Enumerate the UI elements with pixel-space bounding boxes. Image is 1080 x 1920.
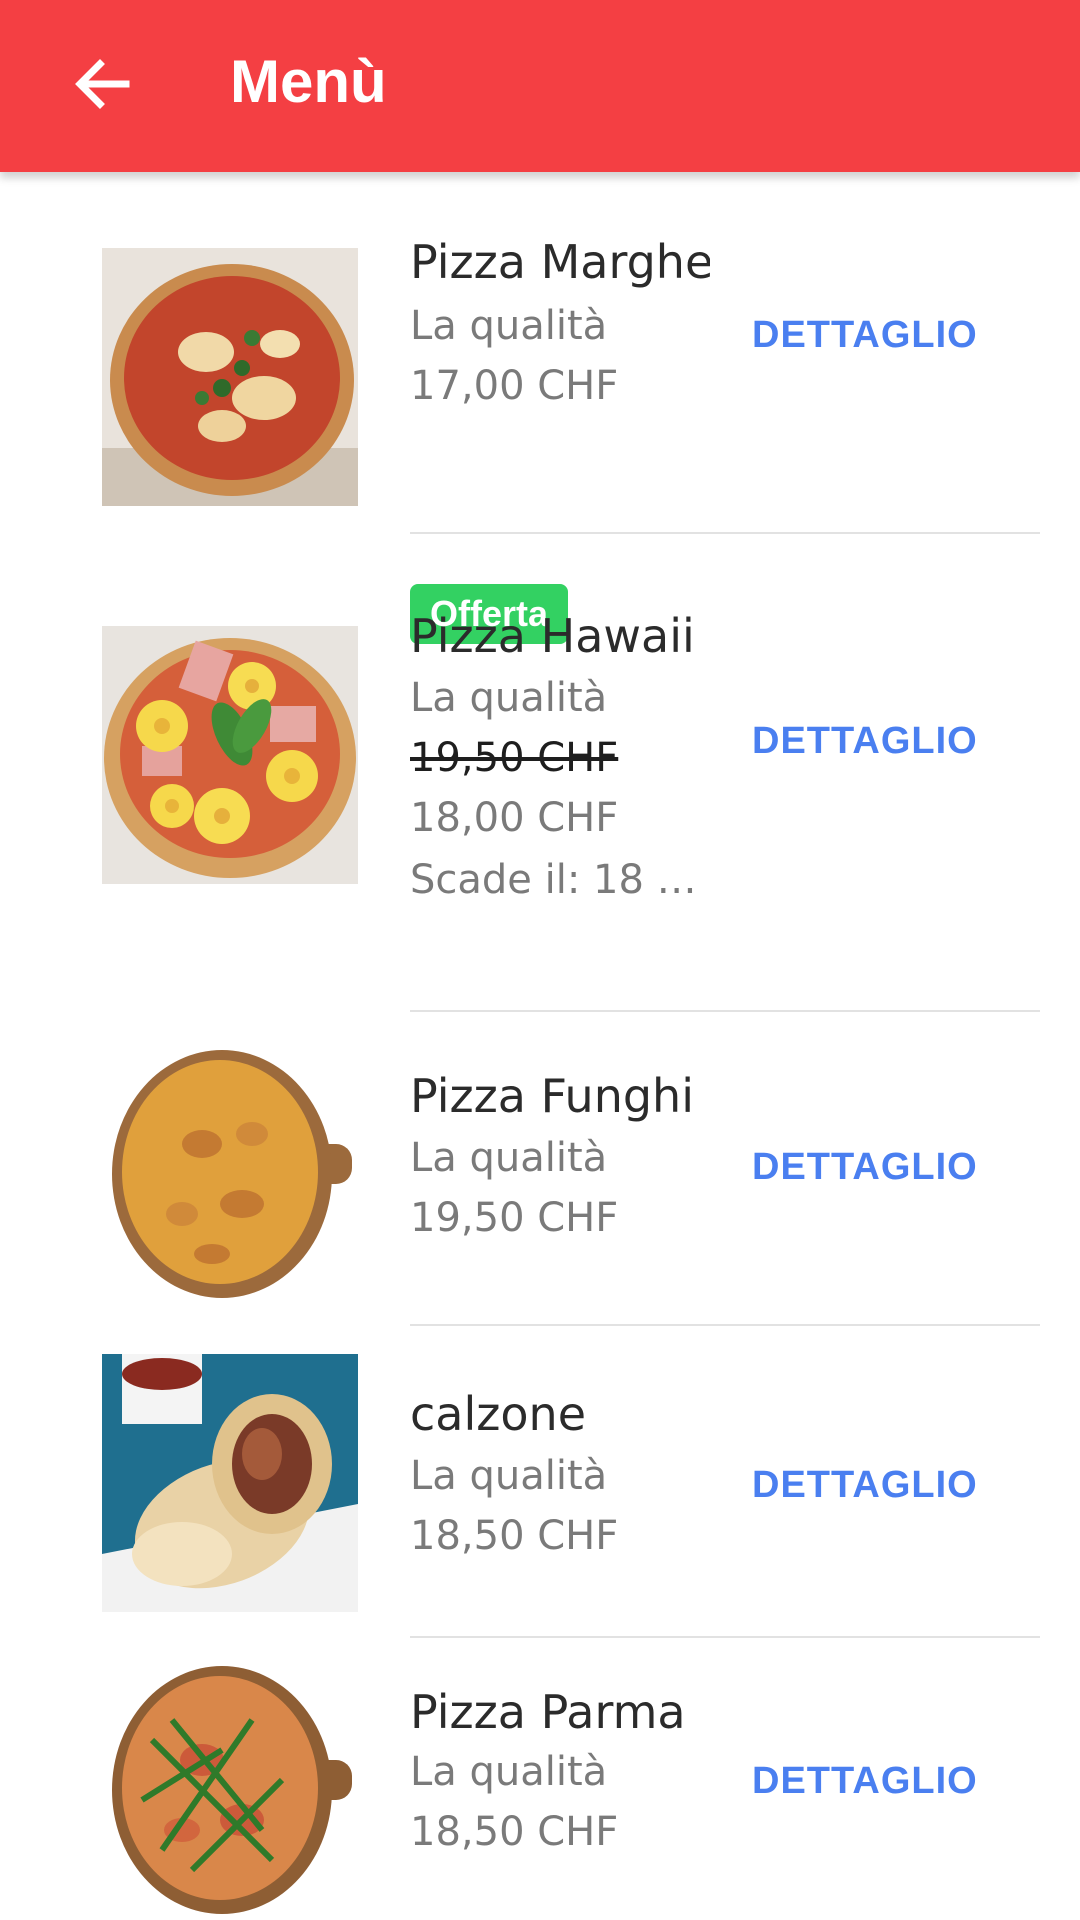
list-item[interactable]: Pizza Funghi La qualità 19,50 CHF DETTAG… [0, 1012, 1080, 1326]
item-price: 17,00 CHF [410, 363, 619, 409]
details-button[interactable]: DETTAGLIO [752, 314, 1012, 357]
item-price: 18,50 CHF [410, 1809, 619, 1855]
details-button[interactable]: DETTAGLIO [752, 720, 1012, 763]
app-bar: Menù [0, 0, 1080, 172]
pizza-parma-image [102, 1660, 358, 1918]
arrow-back-icon[interactable] [70, 56, 134, 112]
item-description: La qualità [410, 675, 608, 721]
item-price: 18,00 CHF [410, 795, 619, 841]
item-description: La qualità [410, 1749, 608, 1795]
menu-list[interactable]: Pizza Margherita La qualità 17,00 CHF DE… [0, 172, 1080, 1920]
item-description: La qualità [410, 303, 608, 349]
item-description: La qualità [410, 1135, 608, 1181]
item-name: Pizza Funghi [410, 1069, 694, 1123]
pizza-hawaii-image [102, 626, 358, 884]
list-item[interactable]: Offerta Pizza Hawaii La qualità 19,50 CH… [0, 534, 1080, 1012]
list-item[interactable]: calzone La qualità 18,50 CHF DETTAGLIO [0, 1326, 1080, 1638]
details-button[interactable]: DETTAGLIO [752, 1146, 1012, 1189]
details-button[interactable]: DETTAGLIO [752, 1760, 1012, 1803]
item-name: Pizza Margherita [410, 235, 710, 289]
pizza-margherita-image [102, 248, 358, 506]
item-name: Pizza Hawaii [410, 609, 695, 663]
item-name: calzone [410, 1387, 587, 1441]
details-button[interactable]: DETTAGLIO [752, 1464, 1012, 1507]
item-old-price: 19,50 CHF [410, 735, 619, 781]
list-item[interactable]: Pizza Margherita La qualità 17,00 CHF DE… [0, 172, 1080, 534]
item-price: 19,50 CHF [410, 1195, 619, 1241]
item-price: 18,50 CHF [410, 1513, 619, 1559]
item-expiry: Scade il: 18 m.. [410, 857, 710, 903]
page-title: Menù [230, 48, 387, 115]
item-name: Pizza Parma [410, 1685, 686, 1739]
item-description: La qualità [410, 1453, 608, 1499]
calzone-image [102, 1354, 358, 1612]
pizza-funghi-image [102, 1044, 358, 1302]
list-item[interactable]: Pizza Parma La qualità 18,50 CHF DETTAGL… [0, 1638, 1080, 1920]
